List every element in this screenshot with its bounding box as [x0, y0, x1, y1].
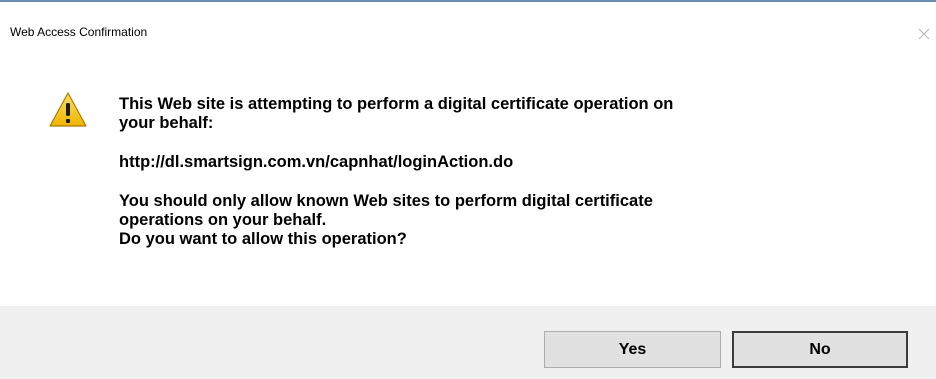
no-button[interactable]: No: [732, 331, 908, 368]
warning-icon: [49, 92, 87, 127]
message-line-3: You should only allow known Web sites to…: [119, 192, 653, 210]
title-bar[interactable]: Web Access Confirmation: [0, 2, 936, 42]
yes-button[interactable]: Yes: [544, 331, 721, 368]
button-bar: Yes No: [0, 306, 936, 379]
message-line-1: This Web site is attempting to perform a…: [119, 95, 674, 113]
message-line-2: your behalf:: [119, 114, 214, 132]
message-line-5: Do you want to allow this operation?: [119, 230, 407, 248]
dialog-content: This Web site is attempting to perform a…: [0, 42, 936, 282]
message-line-4: operations on your behalf.: [119, 211, 327, 229]
site-url: http://dl.smartsign.com.vn/capnhat/login…: [119, 153, 514, 171]
web-access-confirmation-dialog: Web Access Confirmation This Web site is…: [0, 0, 936, 379]
window-title: Web Access Confirmation: [10, 25, 148, 39]
message-text: This Web site is attempting to perform a…: [119, 95, 899, 249]
